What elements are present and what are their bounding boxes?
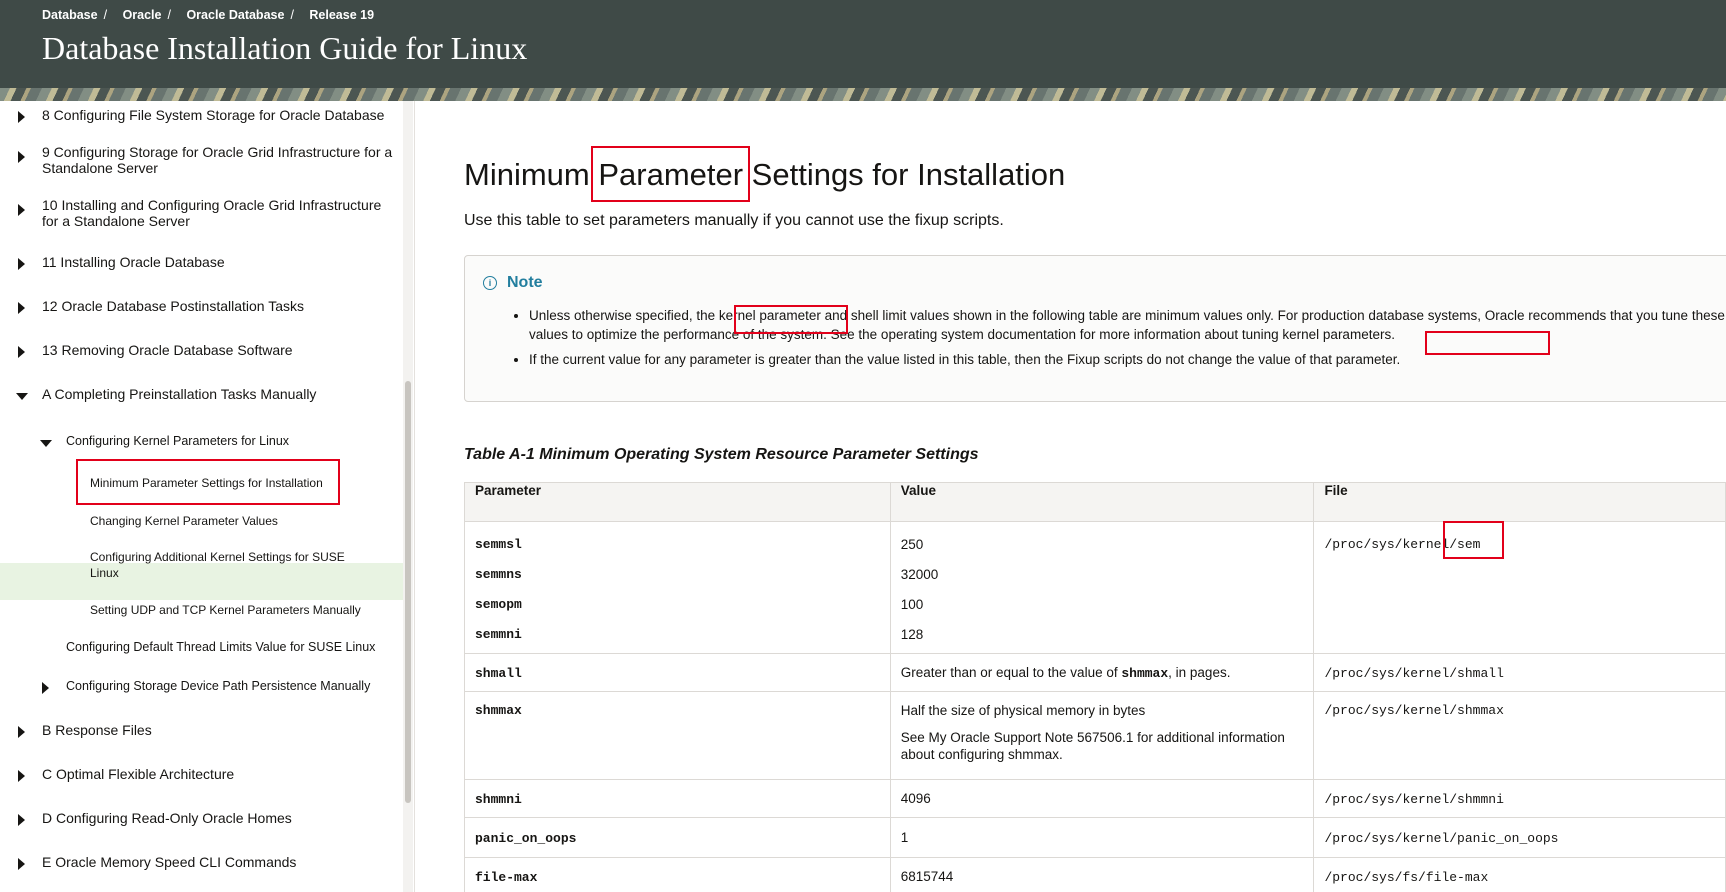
toc-sidebar: 8 Configuring File System Storage for Or… — [0, 101, 415, 892]
param-semopm: semopm — [475, 597, 522, 612]
param-panic-on-oops: panic_on_oops — [475, 830, 577, 846]
file-sem: /proc/sys/kernel/sem — [1324, 537, 1481, 552]
param-shmmax: shmmax — [475, 703, 522, 718]
toc-item-appendix-a[interactable]: A Completing Preinstallation Tasks Manua… — [16, 386, 396, 402]
value-semmni: 128 — [900, 627, 924, 642]
param-semmni: semmni — [475, 627, 522, 642]
expand-arrow-icon[interactable] — [18, 858, 25, 870]
table-header-row: Parameter Value File — [464, 482, 1726, 522]
file-shmmax: /proc/sys/kernel/shmmax — [1324, 703, 1504, 718]
breadcrumb-oracle[interactable]: Oracle — [123, 8, 162, 22]
toc-item-appendix-b[interactable]: B Response Files — [18, 722, 398, 738]
column-header-file: File — [1313, 482, 1726, 522]
value-semmsl: 250 — [900, 537, 924, 552]
breadcrumb-release[interactable]: Release 19 — [309, 8, 374, 22]
file-shmall: /proc/sys/kernel/shmall — [1324, 665, 1504, 681]
breadcrumb-oracle-database[interactable]: Oracle Database — [186, 8, 284, 22]
note-bullet-2: If the current value for any parameter i… — [529, 350, 1726, 369]
param-semmns: semmns — [475, 567, 522, 582]
toc-item-changing-kernel-values[interactable]: Changing Kernel Parameter Values — [90, 513, 390, 529]
file-shmmni: /proc/sys/kernel/shmmni — [1324, 791, 1504, 807]
page-header: Database / Oracle / Oracle Database / Relea… — [0, 0, 1726, 101]
note-bullet-1: Unless otherwise specified, the kernel p… — [529, 306, 1726, 344]
toc-item-kernel-parameters[interactable]: Configuring Kernel Parameters for Linux — [40, 433, 400, 449]
expand-arrow-icon[interactable] — [18, 111, 25, 123]
expand-arrow-icon[interactable] — [18, 770, 25, 782]
value-shmmax-2: See My Oracle Support Note 567506.1 for … — [900, 730, 1285, 762]
toc-item-chapter-8[interactable]: 8 Configuring File System Storage for Or… — [18, 107, 398, 123]
table-row: shmmax Half the size of physical memory … — [464, 691, 1726, 780]
expand-arrow-icon[interactable] — [42, 682, 49, 694]
expand-arrow-icon[interactable] — [18, 302, 25, 314]
intro-text: Use this table to set parameters manuall… — [464, 212, 1004, 229]
breadcrumb: Database / Oracle / Oracle Database / Relea… — [42, 8, 375, 22]
value-shmmax-1: Half the size of physical memory in byte… — [900, 703, 1146, 718]
expand-arrow-icon[interactable] — [18, 151, 25, 163]
toc-item-thread-limits[interactable]: Configuring Default Thread Limits Value … — [66, 639, 396, 655]
book-title[interactable]: Database Installation Guide for Linux — [42, 30, 527, 67]
value-semopm: 100 — [900, 597, 924, 612]
param-shmall: shmall — [475, 665, 522, 681]
value-panic-on-oops: 1 — [889, 817, 1315, 858]
expand-arrow-icon[interactable] — [18, 204, 25, 216]
main-content: Minimum Parameter Settings for Installat… — [414, 101, 1726, 892]
expand-arrow-icon[interactable] — [18, 258, 25, 270]
parameter-table: Parameter Value File semmsl semmns semop… — [464, 482, 1726, 892]
column-header-value: Value — [889, 482, 1315, 522]
table-row: file-max 6815744 /proc/sys/fs/file-max — [464, 857, 1726, 892]
param-semmsl: semmsl — [475, 537, 522, 552]
value-file-max: 6815744 — [889, 857, 1315, 892]
toc-item-chapter-10[interactable]: 10 Installing and Configuring Oracle Gri… — [18, 197, 398, 229]
param-shmmni: shmmni — [475, 791, 522, 807]
note-list: Unless otherwise specified, the kernel p… — [513, 306, 1726, 375]
toc-item-chapter-11[interactable]: 11 Installing Oracle Database — [18, 254, 398, 270]
toc-item-chapter-9[interactable]: 9 Configuring Storage for Oracle Grid In… — [18, 144, 398, 176]
sidebar-scrollbar-thumb[interactable] — [405, 381, 411, 803]
toc-item-appendix-d[interactable]: D Configuring Read-Only Oracle Homes — [18, 810, 398, 826]
page-title: Minimum Parameter Settings for Installat… — [464, 157, 1066, 192]
param-file-max: file-max — [475, 869, 538, 885]
toc-item-device-path-persistence[interactable]: Configuring Storage Device Path Persiste… — [42, 678, 402, 694]
expand-arrow-icon[interactable] — [18, 346, 25, 358]
table-row: semmsl semmns semopm semmni 250 32000 10… — [464, 521, 1726, 654]
table-row: shmall Greater than or equal to the valu… — [464, 653, 1726, 692]
toc-item-chapter-12[interactable]: 12 Oracle Database Postinstallation Task… — [18, 298, 398, 314]
toc-item-chapter-13[interactable]: 13 Removing Oracle Database Software — [18, 342, 398, 358]
toc-item-minimum-parameter-settings[interactable]: Minimum Parameter Settings for Installat… — [90, 475, 390, 491]
toc-item-appendix-e[interactable]: E Oracle Memory Speed CLI Commands — [18, 854, 398, 870]
note-box: i Note Unless otherwise specified, the k… — [464, 255, 1726, 402]
table-row: panic_on_oops 1 /proc/sys/kernel/panic_o… — [464, 817, 1726, 858]
info-icon: i — [483, 276, 497, 290]
table-row: shmmni 4096 /proc/sys/kernel/shmmni — [464, 779, 1726, 818]
value-shmmni: 4096 — [889, 779, 1315, 818]
value-semmns: 32000 — [900, 567, 939, 582]
collapse-arrow-icon[interactable] — [40, 440, 52, 447]
toc-item-udp-tcp-parameters[interactable]: Setting UDP and TCP Kernel Parameters Ma… — [90, 602, 390, 618]
collapse-arrow-icon[interactable] — [16, 393, 28, 400]
table-caption: Table A-1 Minimum Operating System Resou… — [464, 446, 979, 463]
expand-arrow-icon[interactable] — [18, 814, 25, 826]
toc-item-suse-kernel-settings[interactable]: Configuring Additional Kernel Settings f… — [90, 549, 370, 581]
column-header-parameter: Parameter — [464, 482, 891, 522]
toc-item-appendix-c[interactable]: C Optimal Flexible Architecture — [18, 766, 398, 782]
header-decorative-pattern — [0, 88, 1726, 101]
expand-arrow-icon[interactable] — [18, 726, 25, 738]
note-heading: i Note — [483, 274, 543, 292]
breadcrumb-database[interactable]: Database — [42, 8, 98, 22]
file-panic-on-oops: /proc/sys/kernel/panic_on_oops — [1324, 830, 1559, 846]
file-file-max: /proc/sys/fs/file-max — [1324, 869, 1489, 885]
